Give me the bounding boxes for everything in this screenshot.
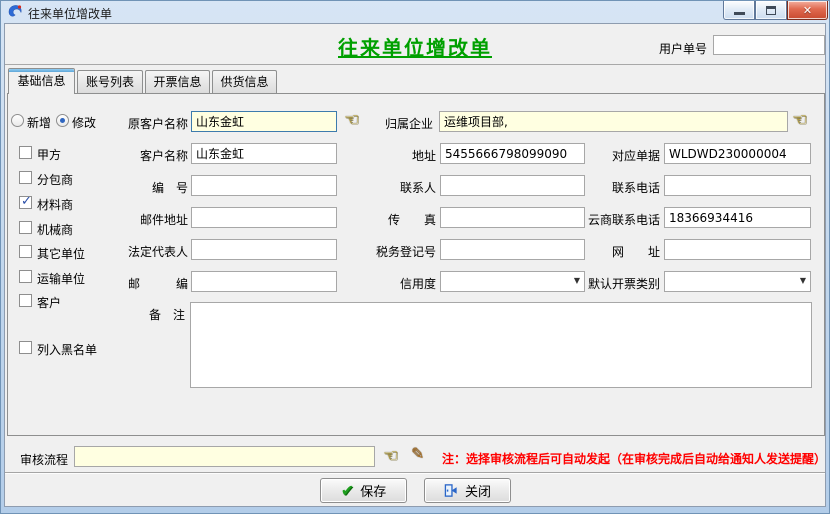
credit-label: 信用度 (296, 275, 436, 292)
checkbox-material-supplier[interactable] (19, 196, 32, 209)
audit-note: 注：选择审核流程后可自动发起（在审核完成后自动给通知人发送提醒） (442, 450, 826, 467)
code-label: 编 号 (48, 179, 188, 196)
checkbox-machinery-supplier[interactable] (19, 221, 32, 234)
save-check-icon: ✔ (341, 483, 354, 499)
checkbox-other-unit[interactable] (19, 245, 32, 258)
tab-invoice-info[interactable]: 开票信息 (145, 70, 210, 93)
doc-no-label: 对应单据 (520, 147, 660, 164)
legal-rep-label: 法定代表人 (48, 243, 188, 260)
app-window: 往来单位增改单 ✕ 往来单位增改单 用户单号 基础信息 账号列表 开票信息 供货… (0, 0, 830, 514)
save-button-label: 保存 (360, 481, 386, 500)
checkbox-transport-unit[interactable] (19, 270, 32, 283)
tab-basic-info[interactable]: 基础信息 (8, 68, 75, 94)
chevron-down-icon: ▼ (800, 277, 806, 285)
titlebar[interactable]: 往来单位增改单 ✕ (1, 1, 829, 23)
separator-line (5, 472, 825, 474)
audit-flow-picker-hand-icon[interactable]: ☜ (383, 448, 398, 465)
contact-label: 联系人 (296, 179, 436, 196)
website-input[interactable] (664, 239, 811, 260)
tab-supply-info[interactable]: 供货信息 (212, 70, 277, 93)
app-logo-icon (7, 4, 23, 20)
window-body: 往来单位增改单 用户单号 基础信息 账号列表 开票信息 供货信息 新增 修改 甲… (4, 23, 826, 507)
orig-name-label: 原客户名称 (48, 115, 188, 132)
website-label: 网 址 (520, 243, 660, 260)
invoice-type-label: 默认开票类别 (520, 275, 660, 292)
remark-textarea[interactable] (190, 302, 812, 388)
close-icon: ✕ (803, 5, 812, 16)
phone-label: 联系电话 (520, 179, 660, 196)
maximize-button[interactable] (755, 1, 787, 20)
checkbox-blacklist-label[interactable]: 列入黑名单 (37, 341, 97, 358)
exit-door-icon (444, 483, 459, 498)
audit-flow-label: 审核流程 (20, 451, 68, 468)
tax-no-label: 税务登记号 (296, 243, 436, 260)
basic-info-panel: 新增 修改 甲方 分包商 材料商 机械商 其它单位 运输单位 客户 列入黑名单 … (7, 93, 825, 436)
checkbox-customer[interactable] (19, 294, 32, 307)
radio-new[interactable] (11, 114, 24, 127)
checkbox-subcontractor[interactable] (19, 171, 32, 184)
address-label: 地址 (296, 147, 436, 164)
cust-name-label: 客户名称 (48, 147, 188, 164)
phone-input[interactable] (664, 175, 811, 196)
maximize-icon (766, 6, 776, 15)
email-label: 邮件地址 (48, 211, 188, 228)
tab-account-list[interactable]: 账号列表 (77, 70, 143, 93)
window-title: 往来单位增改单 (28, 5, 112, 22)
company-label: 归属企业 (303, 115, 433, 132)
close-window-button[interactable]: ✕ (787, 1, 828, 20)
header-band: 往来单位增改单 用户单号 (5, 24, 825, 65)
checkbox-blacklist[interactable] (19, 341, 32, 354)
invoice-type-select[interactable]: ▼ (664, 271, 811, 292)
minimize-button[interactable] (723, 1, 755, 20)
cloud-phone-input[interactable] (664, 207, 811, 228)
user-no-input[interactable] (713, 35, 825, 55)
remark-label: 备 注 (45, 306, 185, 323)
save-button[interactable]: ✔ 保存 (320, 478, 407, 503)
doc-no-input[interactable] (664, 143, 811, 164)
audit-sign-pen-icon[interactable]: ✎ (411, 446, 424, 462)
zip-label: 邮 编 (48, 275, 188, 292)
checkbox-jiafang[interactable] (19, 146, 32, 159)
cloud-phone-label: 云商联系电话 (520, 211, 660, 228)
audit-flow-input[interactable] (74, 446, 375, 467)
company-picker-hand-icon[interactable]: ☜ (792, 112, 807, 129)
company-input[interactable] (439, 111, 788, 132)
close-button-label: 关闭 (465, 481, 491, 500)
fax-label: 传 真 (296, 211, 436, 228)
user-no-label: 用户单号 (605, 40, 707, 57)
close-button[interactable]: 关闭 (424, 478, 511, 503)
minimize-icon (734, 12, 745, 15)
